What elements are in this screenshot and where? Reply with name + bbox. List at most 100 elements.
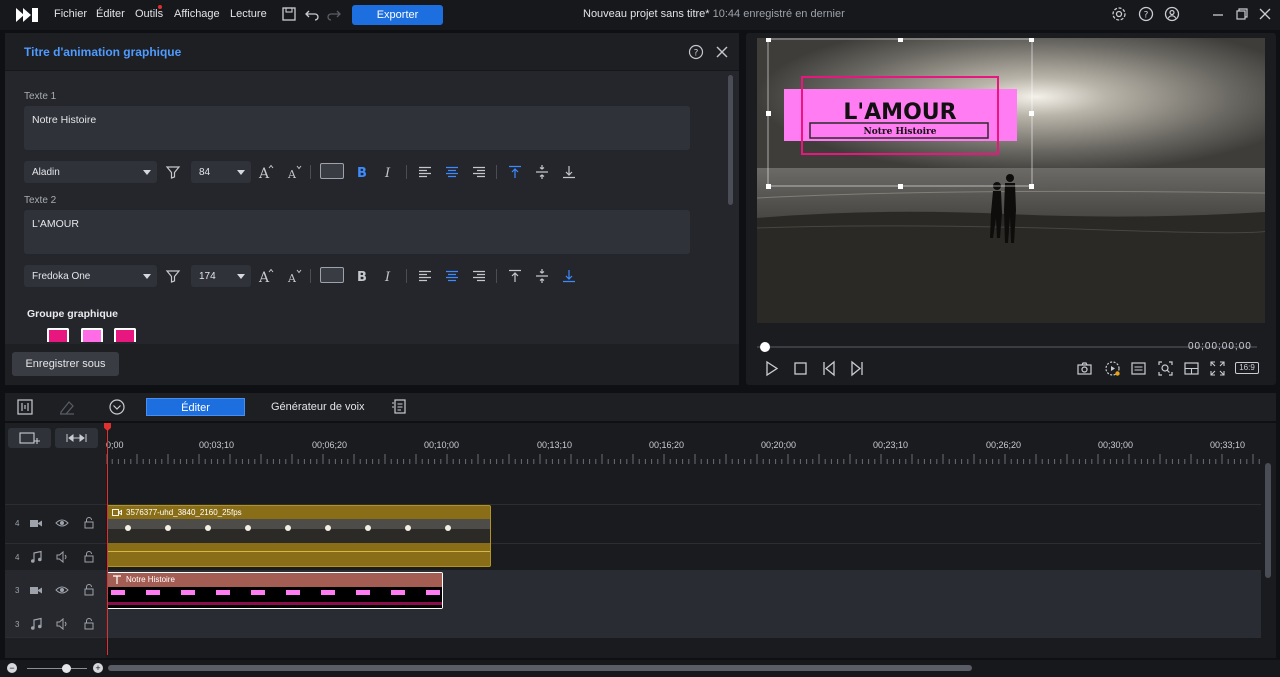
text2-input[interactable]: L'AMOUR — [24, 210, 690, 254]
ruler-label: 00;13;10 — [537, 440, 573, 450]
close-icon[interactable] — [714, 44, 730, 60]
svg-text:B: B — [357, 166, 367, 180]
align-top-icon[interactable] — [507, 164, 523, 180]
undo-icon[interactable] — [304, 6, 322, 24]
fullscreen-icon[interactable] — [1209, 360, 1226, 377]
add-track-button[interactable] — [8, 428, 51, 448]
transcript-icon[interactable] — [390, 398, 408, 416]
zoom-slider-handle[interactable] — [62, 664, 71, 673]
font-family-dropdown-1[interactable]: Aladin — [24, 161, 157, 183]
visibility-eye-icon[interactable] — [55, 583, 69, 597]
font-filter-icon[interactable] — [165, 164, 181, 180]
decrease-font-icon[interactable]: A — [286, 164, 302, 180]
align-left-icon[interactable] — [417, 164, 433, 180]
color-swatch-1[interactable] — [47, 328, 69, 342]
voice-generator-tab[interactable]: Générateur de voix — [271, 401, 365, 413]
timeline-vertical-scrollbar[interactable] — [1265, 463, 1271, 578]
volume-icon[interactable] — [55, 550, 69, 564]
time-ruler[interactable] — [106, 452, 1261, 464]
menu-outils[interactable]: Outils — [135, 8, 163, 20]
align-bottom-icon[interactable] — [561, 164, 577, 180]
eraser-icon[interactable] — [58, 398, 76, 416]
lock-icon[interactable] — [82, 617, 96, 631]
menu-editer[interactable]: Éditer — [96, 8, 125, 20]
help-icon[interactable]: ? — [1138, 6, 1156, 24]
lock-icon[interactable] — [82, 516, 96, 530]
align-bottom-icon[interactable] — [561, 268, 577, 284]
zoom-icon[interactable] — [1157, 360, 1174, 377]
align-right-icon[interactable] — [471, 164, 487, 180]
zoom-out-icon[interactable]: − — [7, 663, 17, 673]
italic-icon[interactable]: I — [381, 268, 397, 284]
align-top-icon[interactable] — [507, 268, 523, 284]
panel-title: Titre d'animation graphique — [24, 45, 182, 59]
align-middle-icon[interactable] — [534, 268, 550, 284]
lock-icon[interactable] — [82, 583, 96, 597]
edit-tab[interactable]: Éditer — [146, 398, 245, 416]
save-icon[interactable] — [281, 6, 299, 24]
menu-fichier[interactable]: Fichier — [54, 8, 87, 20]
visibility-eye-icon[interactable] — [55, 516, 69, 530]
ruler-label: 0;00 — [106, 440, 124, 450]
align-middle-icon[interactable] — [534, 164, 550, 180]
ruler-label: 00;26;20 — [986, 440, 1022, 450]
font-filter-icon[interactable] — [165, 268, 181, 284]
help-icon[interactable]: ? — [688, 44, 704, 60]
export-button[interactable]: Exporter — [352, 5, 443, 25]
align-center-icon[interactable] — [444, 268, 460, 284]
ruler-label: 00;06;20 — [312, 440, 348, 450]
italic-icon[interactable]: I — [381, 164, 397, 180]
snapshot-icon[interactable] — [1076, 360, 1093, 377]
seekbar-handle[interactable] — [760, 342, 770, 352]
media-library-icon[interactable] — [16, 398, 34, 416]
increase-font-icon[interactable]: A — [258, 164, 274, 180]
font-size-dropdown-1[interactable]: 84 — [191, 161, 251, 183]
more-tools-icon[interactable] — [108, 398, 126, 416]
settings-icon[interactable] — [1111, 6, 1129, 24]
account-icon[interactable] — [1164, 6, 1182, 24]
playback-quality-icon[interactable] — [1104, 360, 1121, 377]
play-icon[interactable] — [763, 360, 780, 377]
video-preview[interactable]: L'AMOUR Notre Histoire — [757, 38, 1265, 323]
video-clip[interactable]: 3576377-uhd_3840_2160_25fps — [107, 505, 491, 567]
title-clip[interactable]: Notre Histoire — [107, 572, 443, 609]
panel-scrollbar[interactable] — [728, 75, 733, 205]
fit-timeline-button[interactable] — [55, 428, 98, 448]
save-as-button[interactable]: Enregistrer sous — [12, 352, 119, 376]
preview-seekbar[interactable] — [757, 346, 1257, 348]
stop-icon[interactable] — [792, 360, 809, 377]
align-right-icon[interactable] — [471, 268, 487, 284]
subtitles-icon[interactable] — [1130, 360, 1147, 377]
text1-input[interactable]: Notre Histoire — [24, 106, 690, 150]
align-center-icon[interactable] — [444, 164, 460, 180]
timeline-horizontal-scrollbar[interactable] — [108, 665, 972, 671]
font-family-dropdown-2[interactable]: Fredoka One — [24, 265, 157, 287]
increase-font-icon[interactable]: A — [258, 268, 274, 284]
close-window-icon[interactable] — [1257, 6, 1275, 24]
bold-icon[interactable]: B — [354, 164, 370, 180]
zoom-in-icon[interactable]: + — [93, 663, 103, 673]
decrease-font-icon[interactable]: A — [286, 268, 302, 284]
lock-icon[interactable] — [82, 550, 96, 564]
previous-frame-icon[interactable] — [821, 360, 838, 377]
next-frame-icon[interactable] — [848, 360, 865, 377]
aspect-ratio-button[interactable]: 16:9 — [1235, 362, 1259, 374]
color-swatch-2[interactable] — [81, 328, 103, 342]
redo-icon[interactable] — [326, 6, 344, 24]
text-color-picker[interactable] — [320, 163, 344, 179]
align-left-icon[interactable] — [417, 268, 433, 284]
zoom-slider[interactable] — [27, 668, 87, 669]
restore-icon[interactable] — [1234, 6, 1252, 24]
color-swatch-3[interactable] — [114, 328, 136, 342]
playhead[interactable] — [107, 425, 108, 655]
grid-view-icon[interactable] — [1183, 360, 1200, 377]
menu-affichage[interactable]: Affichage — [174, 8, 220, 20]
track-number: 3 — [15, 620, 20, 629]
text-color-picker[interactable] — [320, 267, 344, 283]
volume-icon[interactable] — [55, 617, 69, 631]
font-size-dropdown-2[interactable]: 174 — [191, 265, 251, 287]
minimize-icon[interactable] — [1210, 6, 1228, 24]
svg-text:A: A — [287, 272, 297, 284]
bold-icon[interactable]: B — [354, 268, 370, 284]
menu-lecture[interactable]: Lecture — [230, 8, 267, 20]
